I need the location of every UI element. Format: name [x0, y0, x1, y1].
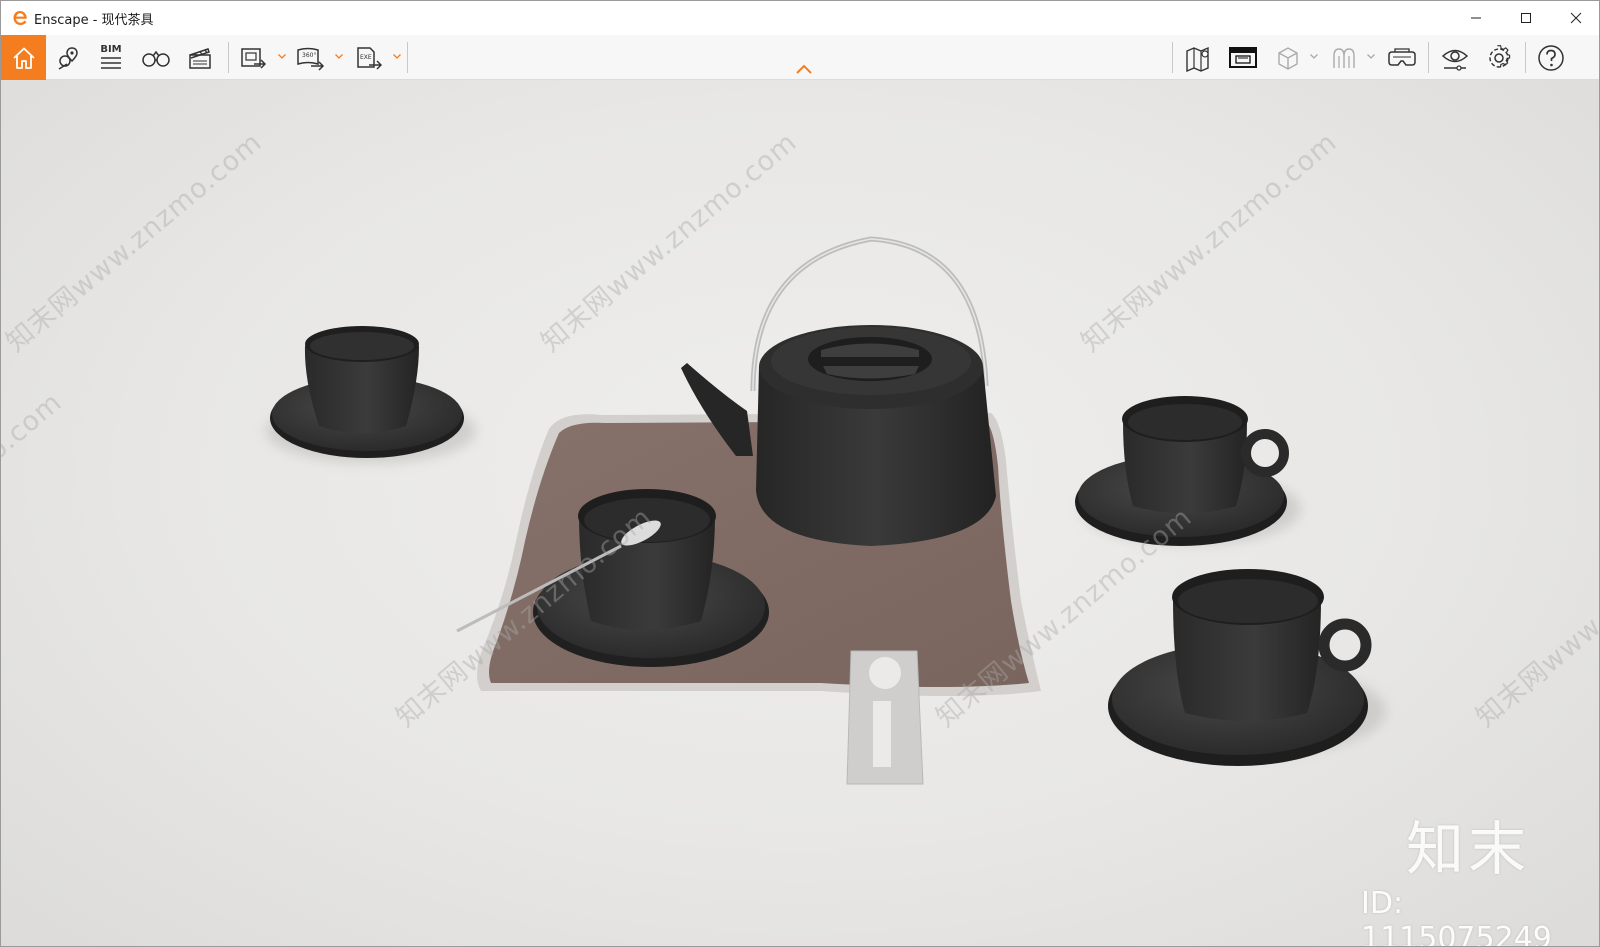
- map-pin-icon: [58, 46, 78, 70]
- asset-library-button[interactable]: [1271, 35, 1305, 80]
- export-exe-button[interactable]: EXE: [351, 35, 387, 80]
- bim-button[interactable]: BIM: [94, 35, 128, 80]
- minimize-button[interactable]: [1451, 1, 1501, 35]
- binoculars-button[interactable]: [138, 35, 174, 80]
- chevron-down-icon: [1367, 54, 1375, 59]
- screen-capture-icon: [1229, 46, 1257, 68]
- map-icon: [1186, 46, 1209, 72]
- views-button[interactable]: [51, 35, 87, 80]
- export-exe-dropdown[interactable]: [392, 49, 402, 63]
- toolbar-separator: [228, 42, 229, 73]
- cup-and-saucer-front: [1108, 569, 1372, 766]
- toolbar-separator: [1172, 42, 1173, 73]
- walk-figure-icon: [1333, 47, 1355, 68]
- export-panorama-button[interactable]: 360°: [293, 35, 329, 80]
- cube-icon: [1278, 46, 1298, 70]
- image-id-label: ID: 1115075249: [1361, 886, 1552, 947]
- walk-mode-dropdown[interactable]: [1366, 49, 1376, 63]
- export-exe-icon: EXE: [357, 46, 383, 70]
- cup-and-saucer-left: [270, 326, 464, 458]
- chevron-down-icon: [1310, 54, 1318, 59]
- export-panorama-icon: 360°: [297, 47, 325, 71]
- toolbar-separator: [1428, 42, 1429, 73]
- window-title: Enscape - 现代茶具: [34, 12, 154, 28]
- toolbar-separator: [1525, 42, 1526, 73]
- brand-watermark: 知末: [1406, 815, 1531, 883]
- title-bar: Enscape - 现代茶具: [1, 1, 1599, 35]
- visual-settings-button[interactable]: [1436, 35, 1474, 80]
- panorama-label: 360°: [302, 52, 316, 59]
- clapperboard-icon: [189, 47, 211, 69]
- vr-headset-icon: [1388, 47, 1416, 66]
- bim-icon: [101, 57, 121, 69]
- screen-capture-button[interactable]: [1225, 35, 1261, 80]
- map-button[interactable]: [1181, 35, 1217, 80]
- enscape-window: Enscape - 现代茶具 BIM 360° EXE 知末网www.znzmo…: [0, 0, 1600, 947]
- asset-library-dropdown[interactable]: [1309, 49, 1319, 63]
- chevron-down-icon: [393, 54, 401, 59]
- eye-icon: [1441, 49, 1469, 71]
- walk-mode-button[interactable]: [1325, 35, 1361, 80]
- chevron-down-icon: [278, 54, 286, 59]
- vr-headset-button[interactable]: [1383, 35, 1421, 80]
- export-panorama-dropdown[interactable]: [334, 49, 344, 63]
- gear-icon: [1489, 44, 1511, 68]
- close-button[interactable]: [1551, 1, 1599, 35]
- maximize-button[interactable]: [1501, 1, 1551, 35]
- video-editor-button[interactable]: [182, 35, 218, 80]
- chevron-down-icon: [335, 54, 343, 59]
- tea-tag: [846, 650, 924, 785]
- bim-label: BIM: [100, 44, 122, 55]
- tea-set-scene: [266, 236, 1386, 785]
- binoculars-icon: [142, 50, 170, 67]
- window-controls: [1451, 1, 1599, 35]
- close-icon: [1570, 12, 1582, 24]
- export-image-button[interactable]: [236, 35, 272, 80]
- minimize-icon: [1471, 17, 1481, 19]
- enscape-logo-icon: [11, 9, 29, 27]
- maximize-icon: [1521, 13, 1531, 23]
- render-viewport[interactable]: 知末网www.znzmo.com 知末网www.znzmo.com 知末网www…: [1, 80, 1599, 947]
- help-icon: [1538, 44, 1564, 71]
- exe-label: EXE: [360, 54, 372, 61]
- home-icon: [12, 47, 35, 69]
- chevron-up-icon: [796, 64, 812, 74]
- home-button[interactable]: [1, 35, 46, 80]
- collapse-toolbar-button[interactable]: [794, 61, 814, 75]
- export-image-dropdown[interactable]: [277, 49, 287, 63]
- help-button[interactable]: [1533, 35, 1569, 80]
- export-image-icon: [241, 47, 267, 69]
- settings-button[interactable]: [1481, 35, 1517, 80]
- toolbar-separator: [407, 42, 408, 73]
